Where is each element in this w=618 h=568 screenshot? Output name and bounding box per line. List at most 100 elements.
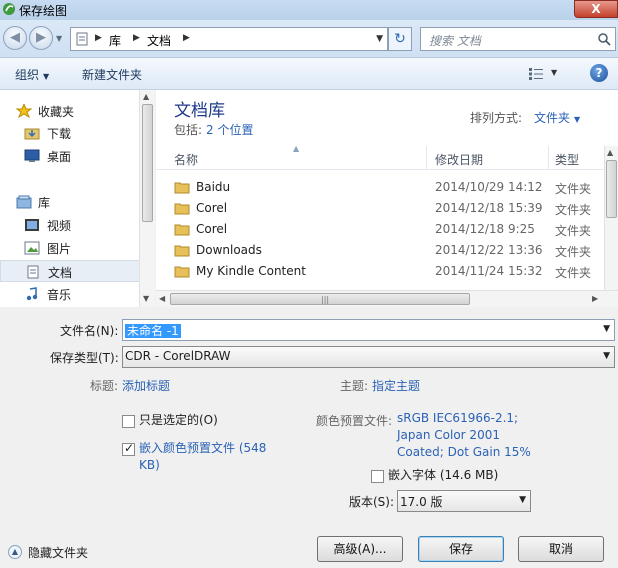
column-modified[interactable]: 修改日期 <box>435 151 483 168</box>
subject-meta-label: 主题: <box>340 379 369 393</box>
save-options-form: 文件名(N): 未命名 -1 ▼ 保存类型(T): CDR - CorelDRA… <box>0 307 618 568</box>
back-button[interactable]: ◀ <box>3 26 27 50</box>
recent-locations-dropdown[interactable]: ▼ <box>56 34 62 43</box>
scroll-down-icon[interactable]: ▼ <box>143 294 149 303</box>
new-folder-button[interactable]: 新建文件夹 <box>82 66 142 83</box>
arrange-by-value: 文件夹 <box>534 111 571 125</box>
only-selected-checkbox[interactable] <box>122 415 135 428</box>
color-profile-label: 颜色预置文件: <box>316 414 393 428</box>
file-list-area: 文档库 包括: 2 个位置 排列方式: 文件夹 ▼ ▲ 名称 修改日期 类型 Bai… <box>156 90 618 307</box>
breadcrumb-separator-icon[interactable]: ▶ <box>133 33 140 43</box>
view-dropdown-icon[interactable]: ▼ <box>551 68 557 77</box>
breadcrumb-separator-icon[interactable]: ▶ <box>95 33 102 43</box>
refresh-button[interactable]: ↻ <box>388 27 412 51</box>
scroll-right-icon[interactable]: ▶ <box>592 294 598 303</box>
file-list-vertical-scrollbar[interactable]: ▲ <box>604 146 618 290</box>
cancel-button[interactable]: 取消 <box>518 536 604 562</box>
navigation-bar: ◀ ▶ ▼ ▶ 库 ▶ 文档 ▶ ▼ ↻ 搜索 文档 <box>0 20 618 58</box>
picture-library-icon <box>24 241 40 255</box>
address-document-icon <box>76 32 88 46</box>
organize-menu[interactable]: 组织 ▼ <box>15 66 49 83</box>
table-row[interactable]: My Kindle Content 2014/11/24 15:32 文件夹 <box>156 261 604 282</box>
sidebar-item-desktop[interactable]: 桌面 <box>0 145 140 167</box>
organize-label: 组织 <box>15 68 40 82</box>
file-name: My Kindle Content <box>196 264 306 278</box>
advanced-button[interactable]: 高级(A)... <box>317 536 403 562</box>
table-row[interactable]: Corel 2014/12/18 9:25 文件夹 <box>156 219 604 240</box>
desktop-icon <box>24 149 40 162</box>
title-meta-label: 标题: <box>90 379 119 393</box>
download-folder-icon <box>24 128 40 140</box>
sidebar-item-libraries[interactable]: 库 <box>0 191 140 213</box>
embed-profile-label[interactable]: 嵌入颜色预置文件 (548 KB) <box>139 440 269 474</box>
breadcrumb-separator-icon[interactable]: ▶ <box>183 33 190 43</box>
sidebar-item-label: 文档 <box>48 266 73 280</box>
scrollbar-grip-icon: ||| <box>321 295 330 304</box>
folder-icon <box>174 182 190 194</box>
save-button[interactable]: 保存 <box>418 536 504 562</box>
add-title-link[interactable]: 添加标题 <box>122 377 170 394</box>
search-input[interactable]: 搜索 文档 <box>420 27 616 51</box>
specify-subject-link[interactable]: 指定主题 <box>372 377 420 394</box>
scroll-up-icon[interactable]: ▲ <box>143 92 149 101</box>
filetype-select[interactable]: CDR - CorelDRAW ▼ <box>122 346 615 368</box>
sidebar-item-label: 桌面 <box>47 150 72 164</box>
breadcrumb-library[interactable]: 库 <box>109 32 121 49</box>
scroll-left-icon[interactable]: ◀ <box>159 294 165 303</box>
breadcrumb-documents[interactable]: 文档 <box>147 32 171 49</box>
only-selected-label[interactable]: 只是选定的(O) <box>139 412 218 429</box>
library-title: 文档库 <box>174 101 225 121</box>
sidebar-item-downloads[interactable]: 下载 <box>0 122 140 144</box>
address-dropdown-icon[interactable]: ▼ <box>376 34 383 44</box>
file-type: 文件夹 <box>555 266 592 280</box>
column-name[interactable]: 名称 <box>174 151 198 168</box>
scrollbar-thumb[interactable] <box>142 104 153 222</box>
table-row[interactable]: Corel 2014/12/18 15:39 文件夹 <box>156 198 604 219</box>
chevron-up-icon: ▲ <box>8 545 22 559</box>
embed-fonts-checkbox[interactable] <box>371 470 384 483</box>
forward-arrow-icon: ▶ <box>36 30 46 45</box>
scroll-up-icon[interactable]: ▲ <box>607 148 613 157</box>
embed-profile-checkbox[interactable] <box>122 441 135 456</box>
scrollbar-thumb[interactable]: ||| <box>170 293 470 305</box>
sidebar-item-documents[interactable]: 文档 <box>0 260 140 282</box>
forward-button[interactable]: ▶ <box>29 26 53 50</box>
arrange-by-dropdown[interactable]: 文件夹 ▼ <box>534 109 580 126</box>
chevron-down-icon[interactable]: ▼ <box>519 495 526 505</box>
sidebar-item-music[interactable]: 音乐 <box>0 283 140 305</box>
sidebar-item-favorites[interactable]: 收藏夹 <box>0 100 140 122</box>
filename-field[interactable]: 未命名 -1 ▼ <box>122 319 615 341</box>
column-divider[interactable] <box>548 146 549 170</box>
sidebar-item-label: 音乐 <box>47 288 72 302</box>
includes-locations-link[interactable]: 2 个位置 <box>206 123 253 137</box>
file-name: Downloads <box>196 243 262 257</box>
file-date: 2014/10/29 14:12 <box>435 180 543 194</box>
navigation-pane-scrollbar[interactable]: ▲ ▼ <box>139 90 155 307</box>
file-list-horizontal-scrollbar[interactable]: ◀ ||| ▶ <box>156 290 618 307</box>
table-row[interactable]: Baidu 2014/10/29 14:12 文件夹 <box>156 177 604 198</box>
file-date: 2014/12/22 13:36 <box>435 243 543 257</box>
chevron-down-icon[interactable]: ▼ <box>603 324 610 334</box>
view-options-icon[interactable] <box>528 67 544 81</box>
chevron-down-icon[interactable]: ▼ <box>603 351 610 361</box>
sidebar-item-pictures[interactable]: 图片 <box>0 237 140 259</box>
file-name: Corel <box>196 222 228 236</box>
folder-icon <box>174 203 190 215</box>
embed-fonts-label[interactable]: 嵌入字体 (14.6 MB) <box>388 467 498 484</box>
sidebar-item-label: 图片 <box>47 242 72 256</box>
version-select[interactable]: 17.0 版 ▼ <box>397 490 531 512</box>
sidebar-item-videos[interactable]: 视频 <box>0 214 140 236</box>
scrollbar-thumb[interactable] <box>606 160 617 218</box>
column-divider[interactable] <box>426 146 427 170</box>
file-type: 文件夹 <box>555 182 592 196</box>
address-bar[interactable]: ▶ 库 ▶ 文档 ▶ ▼ <box>70 27 388 51</box>
search-icon[interactable] <box>597 32 611 46</box>
table-row[interactable]: Downloads 2014/12/22 13:36 文件夹 <box>156 240 604 261</box>
column-type[interactable]: 类型 <box>555 151 579 168</box>
sidebar-item-label: 库 <box>38 196 51 210</box>
close-button[interactable]: X <box>574 0 618 18</box>
back-arrow-icon: ◀ <box>10 30 20 45</box>
folder-icon <box>174 224 190 236</box>
file-type: 文件夹 <box>555 203 592 217</box>
help-icon[interactable]: ? <box>590 64 608 82</box>
